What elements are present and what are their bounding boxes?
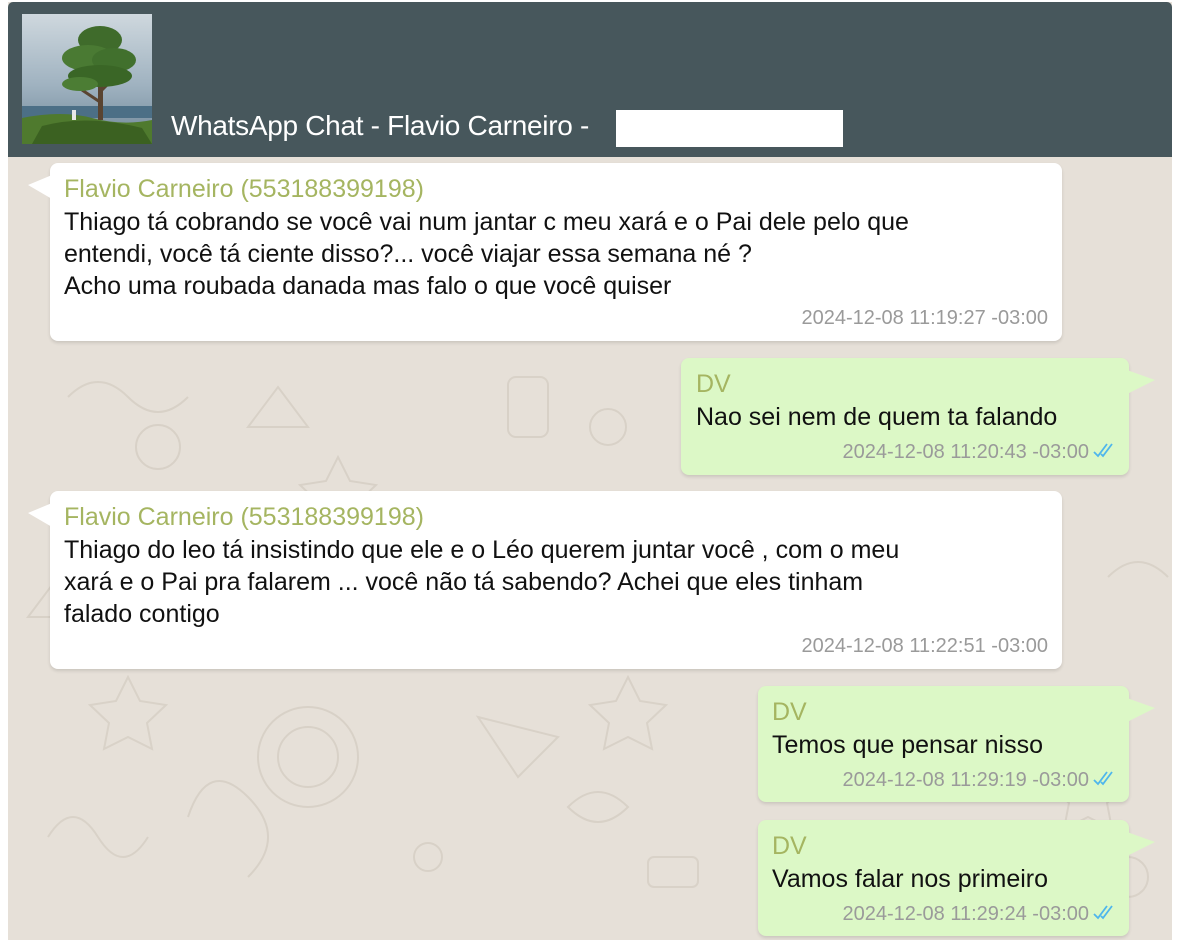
message-bubble-incoming[interactable]: Flavio Carneiro (553188399198) Thiago do… xyxy=(28,491,1062,669)
bubble-tail xyxy=(1127,698,1155,722)
bubble-tail xyxy=(1127,370,1155,394)
bubble-tail xyxy=(1127,832,1155,856)
message-line: falado contigo xyxy=(64,600,220,628)
message-timestamp: 2024-12-08 11:29:24 -03:00 xyxy=(842,903,1090,925)
message-line: entendi, você tá ciente disso?... você v… xyxy=(64,240,752,268)
chat-window: WhatsApp Chat - Flavio Carneiro - Flavio… xyxy=(8,2,1172,940)
sender-name: Flavio Carneiro (553188399198) xyxy=(64,503,424,531)
message-bubble-incoming[interactable]: Flavio Carneiro (553188399198) Thiago tá… xyxy=(28,163,1062,341)
message-text: Thiago tá cobrando se você vai num janta… xyxy=(64,206,1054,302)
bubble-tail xyxy=(28,175,52,199)
message-timestamp: 2024-12-08 11:19:27 -03:00 xyxy=(801,307,1049,329)
contact-avatar[interactable] xyxy=(22,14,152,144)
message-line: Acho uma roubada danada mas falo o que v… xyxy=(64,272,672,300)
message-timestamp: 2024-12-08 11:22:51 -03:00 xyxy=(801,635,1049,657)
message-bubble-outgoing[interactable]: DV Vamos falar nos primeiro 2024-12-08 1… xyxy=(758,820,1155,936)
message-text: Temos que pensar nisso xyxy=(772,731,1043,759)
message-text: Thiago do leo tá insistindo que ele e o … xyxy=(64,534,1054,630)
message-bubble-outgoing[interactable]: DV Temos que pensar nisso 2024-12-08 11:… xyxy=(758,686,1155,802)
bubble-tail xyxy=(28,503,52,527)
sender-name: DV xyxy=(772,698,807,726)
sender-name: Flavio Carneiro (553188399198) xyxy=(64,175,424,203)
redaction-box xyxy=(616,110,843,147)
chat-title: WhatsApp Chat - Flavio Carneiro - xyxy=(171,110,590,141)
message-timestamp: 2024-12-08 11:20:43 -03:00 xyxy=(842,441,1090,463)
message-text: Nao sei nem de quem ta falando xyxy=(696,403,1058,431)
message-bubble-outgoing[interactable]: DV Nao sei nem de quem ta falando 2024-1… xyxy=(681,358,1155,475)
message-line: Thiago do leo tá insistindo que ele e o … xyxy=(64,536,900,564)
message-line: xará e o Pai pra falarem ... você não tá… xyxy=(64,568,864,596)
chat-header: WhatsApp Chat - Flavio Carneiro - xyxy=(8,2,1172,157)
message-timestamp: 2024-12-08 11:29:19 -03:00 xyxy=(842,769,1090,791)
double-check-icon xyxy=(1093,443,1113,458)
sender-name: DV xyxy=(696,370,731,398)
double-check-icon xyxy=(1093,905,1113,920)
avatar-photo-icon xyxy=(22,14,152,144)
sender-name: DV xyxy=(772,832,807,860)
message-text: Vamos falar nos primeiro xyxy=(772,865,1049,893)
double-check-icon xyxy=(1093,771,1113,786)
message-line: Thiago tá cobrando se você vai num janta… xyxy=(64,208,909,236)
